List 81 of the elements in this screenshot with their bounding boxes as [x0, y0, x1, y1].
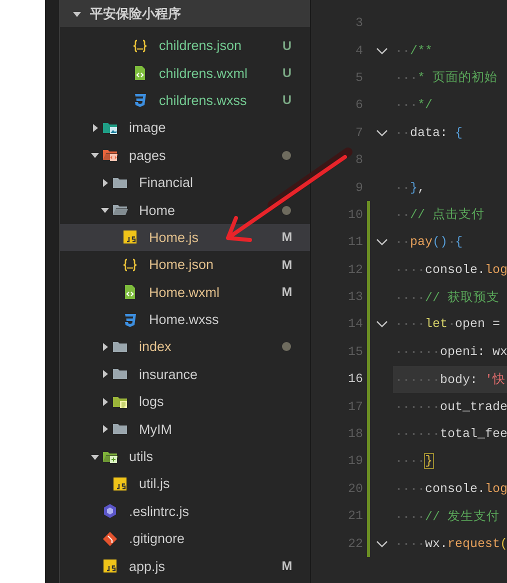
- code-line: let open =: [395, 317, 500, 332]
- git-status-letter: U: [281, 38, 293, 53]
- tree-item[interactable]: Home.js M: [60, 224, 310, 252]
- file-icon: [102, 558, 118, 574]
- tree-item[interactable]: Home.wxss: [60, 306, 310, 334]
- file-name: childrens.wxss: [159, 92, 248, 108]
- code-line: body: '快: [395, 370, 506, 388]
- fold-chevron-icon[interactable]: [376, 320, 388, 328]
- tree-item[interactable]: logs: [60, 388, 310, 416]
- file-icon: [122, 229, 138, 246]
- tree-item[interactable]: MyIM: [60, 415, 310, 443]
- file-icon: [122, 256, 138, 273]
- code-line: * 页面的初始: [395, 69, 498, 86]
- file-icon: [132, 92, 148, 108]
- code-line: openi: wx: [395, 344, 507, 359]
- fold-chevron-icon[interactable]: [376, 128, 388, 137]
- tree-item[interactable]: Home.wxml M: [60, 278, 310, 306]
- code-line: console.log: [395, 262, 507, 277]
- file-name: utils: [129, 449, 154, 464]
- file-name: .eslintrc.js: [129, 504, 190, 519]
- fold-chevron-icon[interactable]: [376, 238, 388, 246]
- file-icon: [122, 312, 138, 328]
- tree-item[interactable]: pages: [60, 142, 310, 169]
- file-icon: [122, 284, 138, 300]
- file-icon: [102, 503, 118, 520]
- tree-item[interactable]: util.js: [60, 470, 310, 498]
- tree-item[interactable]: Financial: [60, 168, 310, 196]
- tree-item[interactable]: insurance: [60, 360, 310, 388]
- file-name: insurance: [139, 366, 199, 382]
- file-name: Home: [139, 202, 176, 218]
- file-name: childrens.json: [159, 38, 243, 54]
- file-name: app.js: [129, 558, 166, 574]
- line-number: 16: [346, 372, 363, 386]
- project-title: 平安保险小程序: [90, 4, 181, 22]
- code-line: wx.request(: [395, 536, 507, 551]
- file-name: Home.json: [149, 257, 215, 272]
- tree-item[interactable]: .gitignore: [60, 525, 310, 552]
- file-name: Financial: [139, 175, 194, 190]
- file-name: Home.wxml: [149, 284, 221, 300]
- file-name: image: [129, 120, 167, 136]
- code-line: out_trade: [395, 400, 507, 414]
- tree-item[interactable]: childrens.json U: [60, 32, 310, 60]
- file-name: .gitignore: [129, 531, 186, 546]
- git-status-letter: M: [280, 258, 294, 272]
- file-icon: [132, 65, 148, 82]
- code-line: console.log: [395, 482, 507, 496]
- fold-chevron-icon[interactable]: [376, 540, 388, 548]
- code-line: // 发生支付: [395, 508, 500, 525]
- tree-item[interactable]: Home: [60, 196, 310, 224]
- folder-icon: [102, 147, 118, 164]
- code-line: // 获取预支: [395, 288, 500, 306]
- git-status-letter: U: [281, 66, 293, 80]
- git-status-letter: M: [280, 285, 294, 300]
- tree-item[interactable]: childrens.wxml U: [60, 59, 310, 87]
- git-status-letter: M: [280, 559, 294, 574]
- tree-item[interactable]: index: [60, 333, 310, 361]
- code-line: /**: [395, 44, 433, 58]
- tree-item[interactable]: utils: [60, 442, 310, 470]
- file-icon: [132, 38, 148, 54]
- git-status-letter: U: [281, 93, 293, 108]
- file-name: childrens.wxml: [159, 66, 249, 81]
- code-line: data: {: [395, 126, 463, 140]
- file-icon: [112, 476, 128, 492]
- tree-item[interactable]: childrens.wxss U: [60, 86, 310, 114]
- tree-item[interactable]: app.js M: [60, 552, 310, 580]
- code-line: // 点击支付: [395, 206, 485, 224]
- file-name: Home.wxss: [149, 312, 220, 328]
- fold-chevron-icon[interactable]: [376, 46, 388, 55]
- file-name: MyIM: [139, 422, 173, 437]
- file-name: pages: [129, 148, 167, 163]
- file-name: Home.js: [149, 230, 200, 245]
- file-name: index: [139, 339, 172, 354]
- tree-item[interactable]: image: [60, 114, 310, 142]
- tree-item[interactable]: Home.json M: [60, 251, 310, 279]
- file-name: logs: [139, 394, 165, 410]
- code-line: }: [395, 454, 433, 468]
- code-line: total_fee: [395, 427, 507, 442]
- git-status-letter: M: [280, 230, 294, 244]
- code-line: pay() {: [395, 235, 463, 250]
- file-name: util.js: [139, 476, 171, 492]
- tree-item[interactable]: .eslintrc.js: [60, 498, 310, 526]
